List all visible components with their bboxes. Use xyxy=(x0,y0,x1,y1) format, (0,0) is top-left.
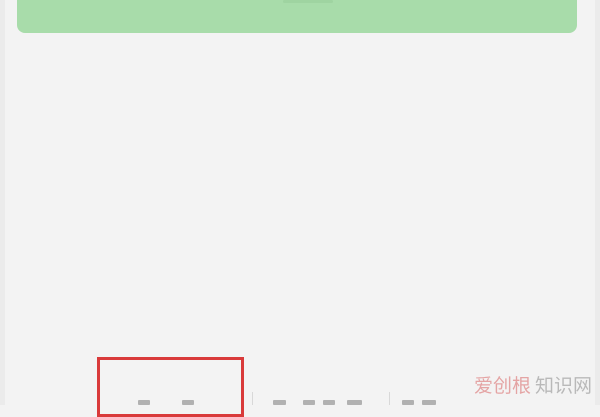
tab-third[interactable] xyxy=(392,378,472,405)
watermark: 爱创根 知识网 xyxy=(474,371,592,398)
tab-label-fragment xyxy=(347,400,362,405)
tab-separator xyxy=(252,392,253,405)
primary-action-button[interactable] xyxy=(17,0,577,33)
left-edge xyxy=(0,0,5,405)
highlight-box xyxy=(97,357,244,417)
watermark-brand-part1: 爱创根 xyxy=(473,375,531,397)
tab-label-fragment xyxy=(273,400,286,405)
tab-label-fragment xyxy=(422,400,436,405)
tab-label-fragment xyxy=(402,400,414,405)
tab-label-fragment xyxy=(303,400,315,405)
right-edge xyxy=(595,0,600,405)
watermark-brand-part2: 知识网 xyxy=(534,375,592,397)
tab-label-fragment xyxy=(323,400,335,405)
tab-second[interactable] xyxy=(255,378,385,405)
button-label-fragment xyxy=(283,0,333,3)
tab-separator xyxy=(389,392,390,405)
